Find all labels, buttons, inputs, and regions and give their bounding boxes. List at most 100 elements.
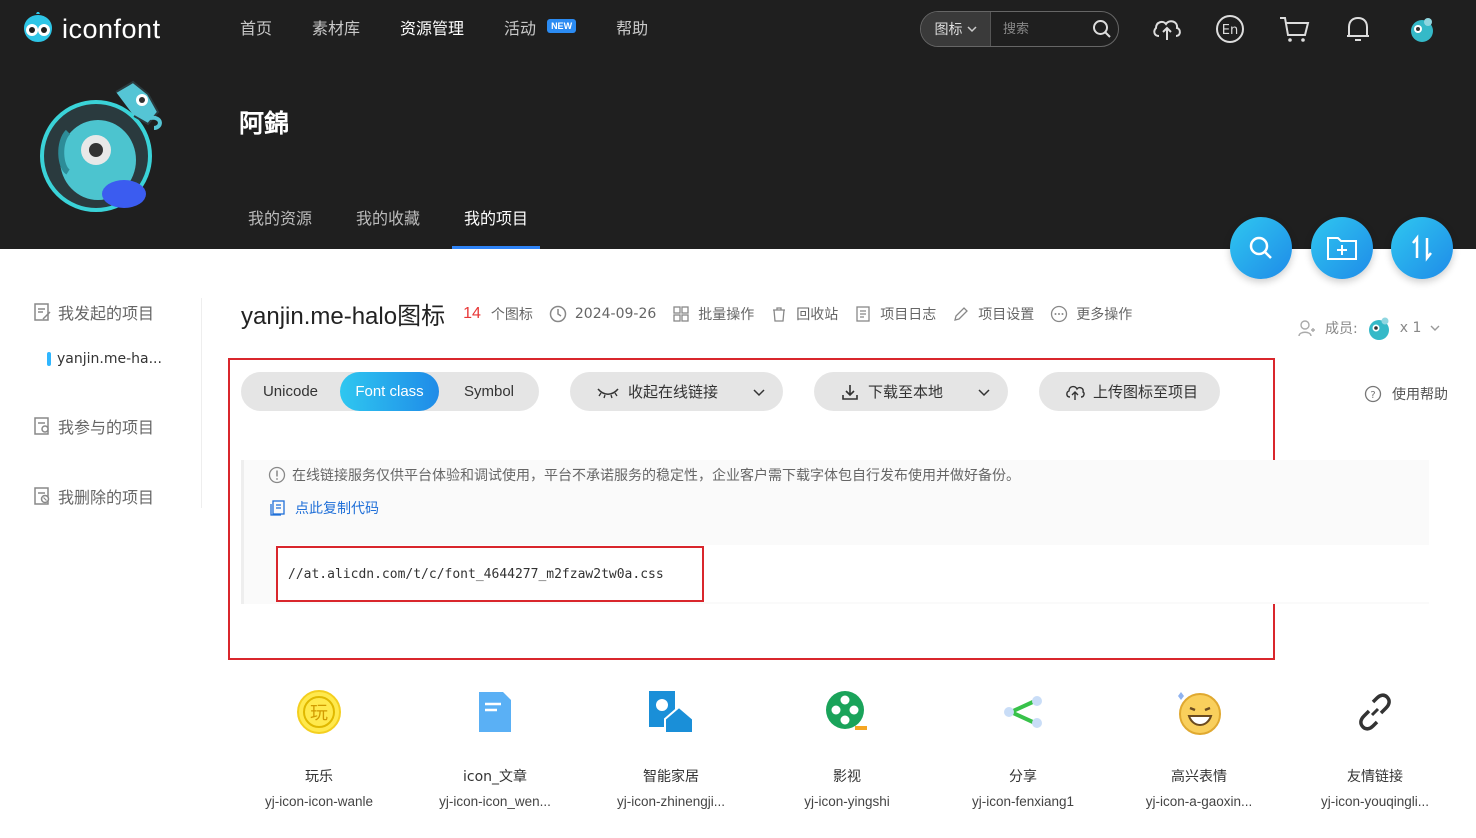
- project-settings-button[interactable]: 项目设置: [952, 304, 1034, 324]
- copy-icon: [270, 500, 285, 516]
- icon-grid: 玩 玩乐 yj-icon-icon-wanle icon_文章 yj-icon-…: [230, 680, 1476, 838]
- copy-code-label: 点此复制代码: [295, 501, 379, 517]
- language-en-icon: En: [1216, 15, 1244, 43]
- icon-card[interactable]: 智能家居 yj-icon-zhinengji...: [583, 680, 759, 809]
- profile-tabs: 我的资源 我的收藏 我的项目: [248, 205, 572, 249]
- new-badge: NEW: [547, 19, 577, 33]
- upload-cloud-icon: [1066, 385, 1085, 400]
- css-url-code[interactable]: //at.alicdn.com/t/c/font_4644277_m2fzaw2…: [276, 546, 704, 602]
- sidebar-item-deleted[interactable]: 我删除的项目: [32, 484, 154, 508]
- project-header: yanjin.me-halo图标 14 个图标 2024-09-26 批量操作 …: [241, 296, 1132, 331]
- search-projects-button[interactable]: [1230, 217, 1292, 279]
- icon-class: yj-icon-yingshi: [804, 794, 890, 809]
- icon-class: yj-icon-icon-wanle: [264, 794, 374, 809]
- tab-my-favorites[interactable]: 我的收藏: [356, 205, 420, 249]
- sort-icon: [1412, 234, 1432, 262]
- language-button[interactable]: En: [1213, 12, 1247, 46]
- nav-activity[interactable]: 活动 NEW: [504, 17, 577, 41]
- tab-unicode[interactable]: Unicode: [241, 372, 340, 411]
- chevron-down-icon: [978, 388, 990, 396]
- icon-card[interactable]: 影视 yj-icon-yingshi: [759, 680, 935, 809]
- notice-text: 在线链接服务仅供平台体验和调试使用，平台不承诺服务的稳定性，企业客户需下载字体包…: [292, 468, 1020, 484]
- share-icon: [993, 682, 1053, 742]
- members-icon: [1298, 320, 1315, 337]
- collapse-link-label: 收起在线链接: [628, 383, 719, 401]
- recycle-bin-label: 回收站: [796, 306, 839, 323]
- chevron-down-icon: [753, 388, 765, 396]
- chameleon-avatar-icon: [40, 80, 162, 212]
- search-button[interactable]: [1086, 13, 1118, 45]
- copy-code-link[interactable]: 点此复制代码: [269, 498, 379, 518]
- project-title: yanjin.me-halo图标: [241, 303, 446, 330]
- svg-text:?: ?: [1370, 390, 1375, 401]
- tab-my-projects[interactable]: 我的项目: [452, 205, 541, 249]
- icon-name: icon_文章: [462, 769, 528, 785]
- sidebar-item-label: 我发起的项目: [58, 304, 155, 323]
- tab-symbol[interactable]: Symbol: [439, 372, 539, 411]
- upload-cloud-button[interactable]: [1150, 12, 1184, 46]
- members-label: 成员:: [1325, 321, 1358, 337]
- collapse-link-button[interactable]: 收起在线链接: [570, 372, 783, 411]
- header: iconfont 首页 素材库 资源管理 活动 NEW 帮助 图标 En: [0, 0, 1476, 249]
- project-date: 2024-09-26: [549, 305, 656, 323]
- notification-button[interactable]: [1341, 12, 1375, 46]
- icon-card[interactable]: 友情链接 yj-icon-youqingli...: [1287, 680, 1463, 809]
- tab-font-class[interactable]: Font class: [340, 372, 439, 411]
- member-avatar: [1368, 317, 1389, 340]
- profile-avatar: [38, 72, 166, 218]
- search-bar: 图标: [920, 11, 1119, 47]
- happy-face-icon: [1169, 682, 1229, 742]
- usage-help-link[interactable]: ? 使用帮助: [1364, 384, 1448, 404]
- search-type-select[interactable]: 图标: [921, 12, 991, 46]
- user-avatar[interactable]: [1405, 12, 1439, 46]
- upload-icons-button[interactable]: 上传图标至项目: [1039, 372, 1220, 411]
- sidebar-item-joined[interactable]: 我参与的项目: [32, 414, 154, 438]
- icon-card[interactable]: 分享 yj-icon-fenxiang1: [935, 680, 1111, 809]
- main-nav: 首页 素材库 资源管理 活动 NEW 帮助: [240, 17, 688, 41]
- nav-activity-label: 活动: [504, 19, 537, 38]
- project-members[interactable]: 成员: x 1: [1297, 314, 1441, 342]
- download-icon: [842, 384, 858, 400]
- icon-card[interactable]: icon_文章 yj-icon-icon_wen...: [407, 680, 583, 809]
- nav-resource-management[interactable]: 资源管理: [400, 17, 464, 41]
- search-input[interactable]: [991, 20, 1086, 38]
- chameleon-logo-icon: [24, 12, 52, 42]
- profile-username: 阿錦: [239, 109, 290, 138]
- iconfont-logo[interactable]: iconfont: [20, 12, 161, 46]
- batch-operation-label: 批量操作: [698, 306, 755, 323]
- sidebar-divider: [201, 298, 202, 508]
- batch-operation-button[interactable]: 批量操作: [672, 304, 754, 324]
- add-folder-icon: [1327, 237, 1357, 260]
- pencil-icon: [954, 306, 969, 321]
- more-actions-button[interactable]: 更多操作: [1050, 304, 1132, 324]
- icon-count: 14: [463, 304, 481, 322]
- icon-card[interactable]: 玩 玩乐 yj-icon-icon-wanle: [231, 680, 407, 809]
- sidebar-item-initiated[interactable]: 我发起的项目: [32, 300, 154, 324]
- svg-text:En: En: [1222, 23, 1238, 38]
- project-log-button[interactable]: 项目日志: [854, 304, 936, 324]
- cart-button[interactable]: [1277, 12, 1311, 46]
- usage-help-label: 使用帮助: [1392, 387, 1448, 403]
- sidebar-project-item[interactable]: yanjin.me-ha...: [47, 351, 162, 367]
- project-date-value: 2024-09-26: [574, 305, 657, 322]
- icon-card[interactable]: 高兴表情 yj-icon-a-gaoxin...: [1111, 680, 1287, 809]
- new-project-button[interactable]: [1311, 217, 1373, 279]
- recycle-bin-button[interactable]: 回收站: [770, 304, 838, 324]
- chevron-down-icon: [1430, 325, 1440, 331]
- icon-class: yj-icon-fenxiang1: [971, 794, 1075, 809]
- nav-help[interactable]: 帮助: [616, 17, 648, 41]
- play-icon: 玩: [289, 682, 349, 742]
- bell-icon: [1347, 16, 1369, 41]
- nav-home[interactable]: 首页: [240, 17, 272, 41]
- download-button[interactable]: 下载至本地: [814, 372, 1008, 411]
- search-type-label: 图标: [934, 22, 963, 38]
- tab-my-resources[interactable]: 我的资源: [248, 205, 312, 249]
- icon-name: 智能家居: [643, 769, 699, 785]
- sort-button[interactable]: [1391, 217, 1453, 279]
- icon-name: 影视: [833, 769, 861, 785]
- cart-icon: [1280, 17, 1310, 42]
- smart-home-icon: [641, 682, 701, 742]
- document-delete-icon: [34, 487, 50, 505]
- icon-name: 友情链接: [1347, 769, 1403, 785]
- nav-library[interactable]: 素材库: [312, 17, 360, 41]
